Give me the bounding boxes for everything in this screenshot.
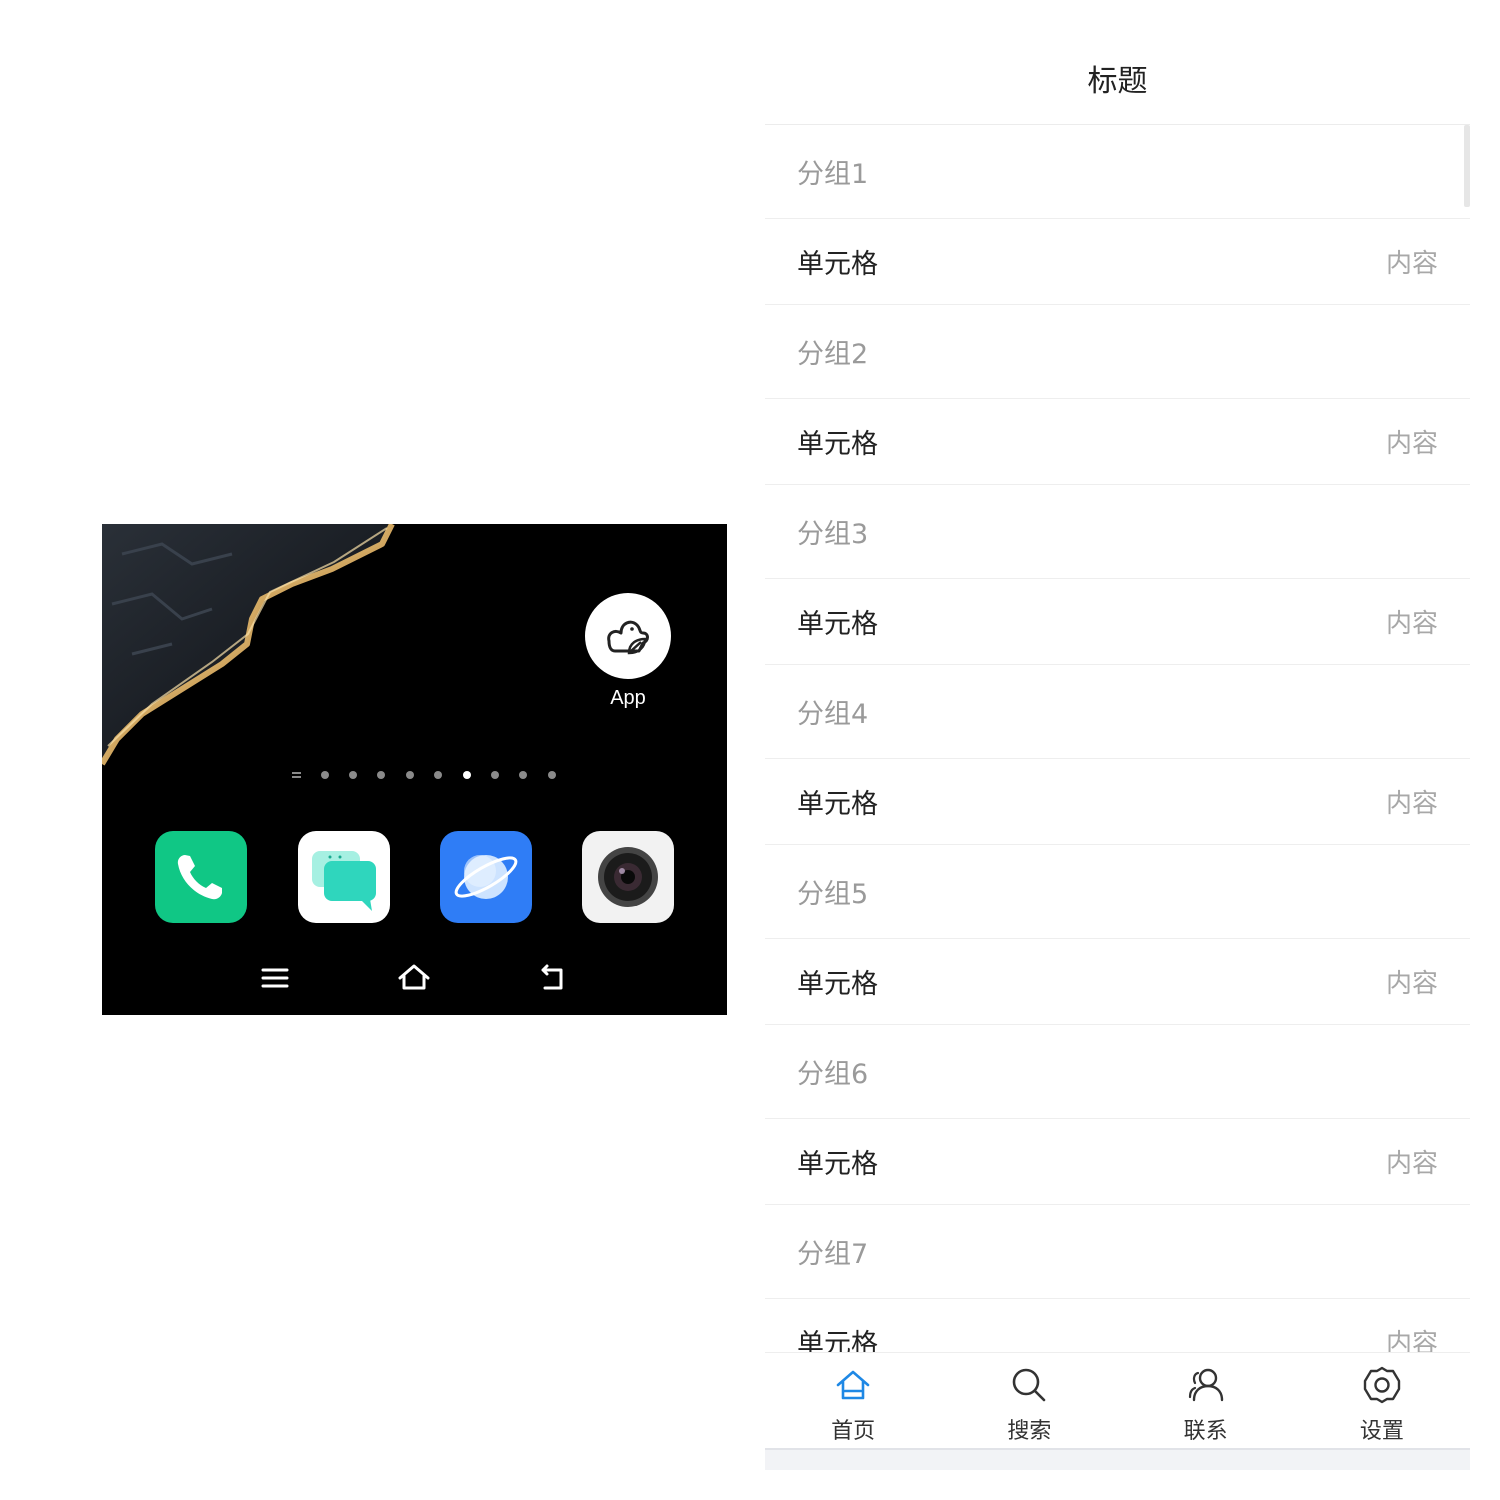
group-header: 分组1 (765, 125, 1470, 219)
grouped-list[interactable]: 分组1 单元格 内容 分组2 单元格 内容 分组3 单元格 内容 分组4 单元格 内容 分组5 单元格 内容… (765, 125, 1470, 1352)
tab-settings[interactable]: 设置 (1294, 1353, 1470, 1449)
tab-label: 设置 (1359, 1419, 1404, 1444)
page-dot (490, 771, 499, 779)
page-dot (405, 771, 414, 779)
cell-title: 单元格 (797, 789, 878, 820)
browser-app-icon[interactable] (440, 831, 532, 923)
back-icon[interactable] (535, 960, 571, 996)
page-dot (377, 771, 386, 779)
cell-title: 单元格 (797, 1149, 878, 1180)
list-cell[interactable]: 单元格 内容 (765, 759, 1470, 845)
list-cell[interactable]: 单元格 内容 (765, 1299, 1470, 1352)
list-cell[interactable]: 单元格 内容 (765, 219, 1470, 305)
camera-app-icon[interactable] (582, 831, 674, 923)
cell-value: 内容 (1385, 1149, 1438, 1179)
cell-value: 内容 (1385, 249, 1438, 279)
tab-home[interactable]: 首页 (765, 1353, 941, 1449)
group-header: 分组6 (765, 1025, 1470, 1119)
menu-icon[interactable] (257, 960, 293, 996)
cell-value: 内容 (1385, 1329, 1438, 1352)
cell-value: 内容 (1385, 609, 1438, 639)
list-cell[interactable]: 单元格 内容 (765, 579, 1470, 665)
list-screen: 标题 分组1 单元格 内容 分组2 单元格 内容 分组3 单元格 内容 分组4 单元格 内容 分组5 单元… (765, 30, 1470, 1470)
gear-icon (1363, 1366, 1401, 1404)
page-dot (547, 771, 556, 779)
tab-label: 首页 (831, 1419, 876, 1444)
tab-label: 联系 (1183, 1419, 1228, 1444)
cell-title: 单元格 (797, 429, 878, 460)
page-dot-active (462, 771, 471, 779)
phone-app-icon[interactable] (155, 831, 247, 923)
tab-contacts[interactable]: 联系 (1118, 1353, 1294, 1449)
tab-bar: 首页 搜索 联系 设置 (765, 1352, 1470, 1449)
cell-title: 单元格 (797, 1329, 878, 1352)
tab-label: 搜索 (1007, 1419, 1052, 1444)
home-icon[interactable] (396, 960, 432, 996)
cell-title: 单元格 (797, 969, 878, 1000)
group-header: 分组7 (765, 1205, 1470, 1299)
group-header: 分组2 (765, 305, 1470, 399)
group-header: 分组3 (765, 485, 1470, 579)
page-dot (320, 771, 329, 779)
duck-leaf-icon (607, 620, 649, 655)
home-screen-preview: App (102, 524, 727, 1015)
cell-value: 内容 (1385, 789, 1438, 819)
scrollbar[interactable] (1464, 125, 1470, 207)
group-header: 分组5 (765, 845, 1470, 939)
list-cell[interactable]: 单元格 内容 (765, 939, 1470, 1025)
messages-app-icon[interactable] (298, 831, 390, 923)
cell-value: 内容 (1385, 429, 1438, 459)
cell-value: 内容 (1385, 969, 1438, 999)
home-indicator-strip (765, 1448, 1470, 1470)
search-icon (1013, 1368, 1046, 1402)
page-title: 标题 (1087, 63, 1148, 99)
page-dot (519, 771, 528, 779)
list-cell[interactable]: 单元格 内容 (765, 399, 1470, 485)
cell-title: 单元格 (797, 249, 878, 280)
floating-app-label: App (610, 687, 646, 709)
home-icon (836, 1370, 870, 1400)
floating-app-icon[interactable] (585, 593, 671, 679)
group-header: 分组4 (765, 665, 1470, 759)
page-indicator[interactable] (282, 770, 566, 780)
contacts-icon (1188, 1368, 1223, 1402)
cell-title: 单元格 (797, 609, 878, 640)
page-dot (348, 771, 357, 779)
page-indicator-menu (291, 772, 301, 778)
list-cell[interactable]: 单元格 内容 (765, 1119, 1470, 1205)
page-dot (434, 771, 443, 779)
tab-search[interactable]: 搜索 (941, 1353, 1117, 1449)
